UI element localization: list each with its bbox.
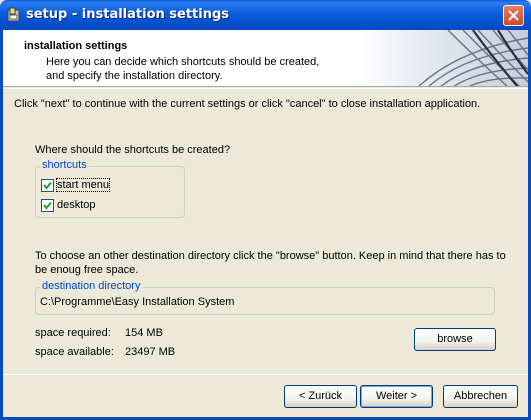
- checkmark-icon: [43, 181, 52, 190]
- shortcuts-question: Where should the shortcuts be created?: [35, 144, 231, 156]
- checkmark-icon: [43, 201, 52, 210]
- destination-path: C:\Programme\Easy Installation System: [40, 296, 235, 308]
- destination-group-label: destination directory: [40, 280, 143, 292]
- description-line-2: and specify the installation directory.: [46, 70, 223, 82]
- spiral-staircase-image: [358, 30, 528, 86]
- space-required-value: 154 MB: [125, 327, 163, 339]
- destination-group: destination directory C:\Programme\Easy …: [35, 280, 495, 315]
- instruction-text: Click "next" to continue with the curren…: [14, 98, 481, 110]
- next-button[interactable]: Weiter >: [360, 385, 433, 408]
- cancel-button[interactable]: Abbrechen: [443, 385, 518, 408]
- destination-info: To choose an other destination directory…: [35, 249, 506, 277]
- space-available-label: space available:: [35, 346, 114, 358]
- setup-app-icon: [6, 7, 22, 23]
- shortcuts-group: shortcuts start menu desktop: [35, 159, 185, 218]
- page-description: Here you can decide which shortcuts shou…: [46, 55, 346, 83]
- space-required-label: space required:: [35, 327, 111, 339]
- back-button[interactable]: < Zurück: [284, 385, 357, 408]
- start-menu-checkbox[interactable]: [41, 179, 54, 192]
- page-heading: installation settings: [24, 40, 128, 52]
- shortcuts-group-label: shortcuts: [40, 159, 89, 171]
- header-band: installation settings Here you can decid…: [3, 30, 528, 87]
- close-button[interactable]: [503, 5, 524, 26]
- footer-divider: [3, 374, 528, 375]
- desktop-checkbox[interactable]: [41, 199, 54, 212]
- start-menu-label[interactable]: start menu: [56, 178, 110, 192]
- desktop-label[interactable]: desktop: [57, 199, 96, 211]
- destination-info-line-1: To choose an other destination directory…: [35, 250, 506, 262]
- close-icon: [508, 10, 519, 21]
- space-available-value: 23497 MB: [125, 346, 176, 358]
- title-bar[interactable]: setup - installation settings: [0, 0, 531, 30]
- description-line-1: Here you can decide which shortcuts shou…: [46, 56, 320, 68]
- browse-button[interactable]: browse: [414, 328, 496, 351]
- destination-info-line-2: be enoug free space.: [35, 264, 139, 276]
- header-divider: [3, 88, 528, 89]
- window-title: setup - installation settings: [26, 7, 230, 22]
